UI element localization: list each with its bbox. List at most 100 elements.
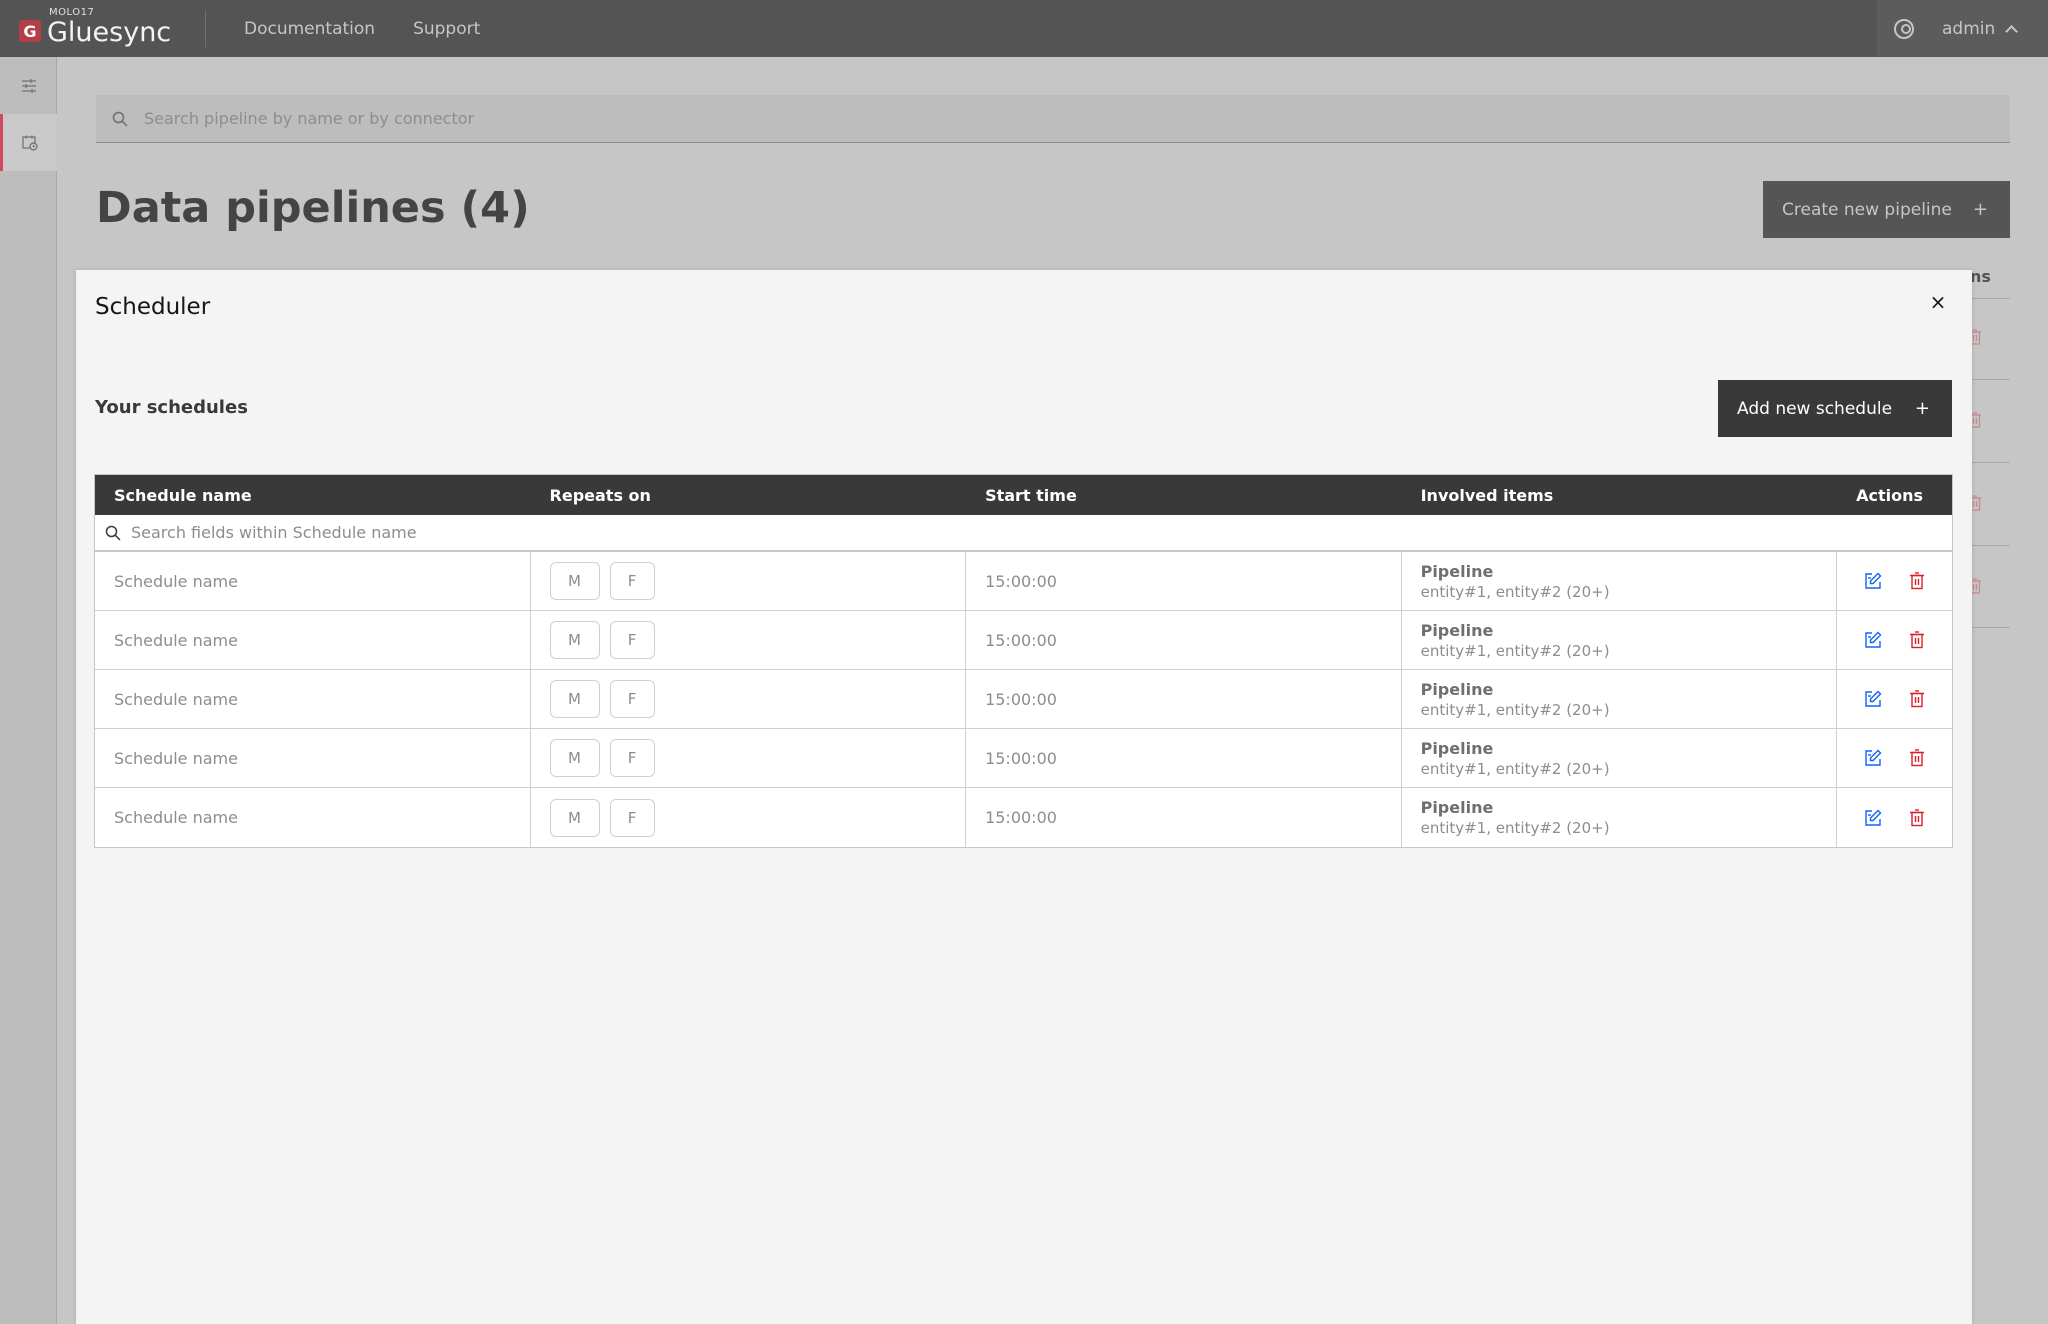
- trash-icon[interactable]: [1906, 747, 1928, 769]
- nav-support[interactable]: Support: [413, 19, 480, 39]
- items-list: entity#1, entity#2 (20+): [1420, 819, 1610, 837]
- plus-icon: +: [1914, 398, 1930, 419]
- start-time-cell: 15:00:00: [966, 729, 1402, 787]
- trash-icon[interactable]: [1906, 570, 1928, 592]
- trash-icon[interactable]: [1906, 807, 1928, 829]
- table-search-input[interactable]: Search fields within Schedule name: [131, 523, 417, 542]
- start-time-cell: 15:00:00: [966, 788, 1402, 847]
- table-search[interactable]: Search fields within Schedule name: [95, 515, 1952, 552]
- repeats-on-cell: M F: [531, 552, 967, 610]
- modal-title: Scheduler: [95, 294, 211, 320]
- start-time-cell: 15:00:00: [966, 552, 1402, 610]
- actions-cell: [1837, 552, 1952, 610]
- day-chip-friday[interactable]: F: [609, 798, 655, 837]
- brand-name: Gluesync: [47, 17, 172, 48]
- rail-item-pipelines[interactable]: [0, 57, 57, 114]
- user-name: admin: [1942, 18, 1996, 39]
- items-title: Pipeline: [1420, 798, 1494, 817]
- edit-icon[interactable]: [1862, 688, 1884, 710]
- items-list: entity#1, entity#2 (20+): [1420, 641, 1610, 660]
- table-header: Schedule name Repeats on Start time Invo…: [95, 475, 1952, 515]
- schedules-table: Schedule name Repeats on Start time Invo…: [94, 474, 1953, 848]
- side-rail: [0, 57, 57, 1324]
- items-list: entity#1, entity#2 (20+): [1420, 700, 1610, 719]
- pipeline-search[interactable]: Search pipeline by name or by connector: [96, 95, 2010, 143]
- column-header[interactable]: Schedule name: [95, 486, 531, 505]
- items-title: Pipeline: [1420, 561, 1494, 581]
- involved-items-cell: Pipeline entity#1, entity#2 (20+): [1402, 729, 1838, 787]
- items-title: Pipeline: [1420, 738, 1494, 758]
- repeats-on-cell: M F: [531, 670, 967, 728]
- day-chip-friday[interactable]: F: [609, 680, 655, 718]
- brand-logo[interactable]: G MOLO17 Gluesync: [0, 0, 205, 57]
- actions-cell: [1837, 788, 1952, 847]
- edit-icon[interactable]: [1862, 629, 1884, 651]
- nav-documentation[interactable]: Documentation: [244, 19, 375, 39]
- repeats-on-cell: M F: [531, 729, 967, 787]
- chevron-up-icon: [2005, 24, 2019, 38]
- items-title: Pipeline: [1420, 620, 1494, 640]
- table-row: Schedule name M F 15:00:00 Pipeline enti…: [95, 611, 1952, 670]
- user-avatar-icon: [1894, 18, 1914, 39]
- actions-cell: [1837, 611, 1952, 669]
- day-chip-monday[interactable]: M: [549, 562, 600, 600]
- trash-icon[interactable]: [1906, 688, 1928, 710]
- search-icon: [112, 111, 128, 127]
- sliders-icon: [21, 78, 36, 93]
- edit-icon[interactable]: [1862, 807, 1884, 829]
- schedule-name-cell: Schedule name: [95, 611, 531, 669]
- close-icon[interactable]: ×: [1926, 290, 1950, 314]
- scheduler-modal: Scheduler × Your schedules Add new sched…: [76, 270, 1972, 1324]
- column-header[interactable]: Repeats on: [531, 486, 967, 505]
- create-pipeline-label: Create new pipeline: [1782, 199, 1952, 220]
- table-row: Schedule name M F 15:00:00 Pipeline enti…: [95, 729, 1952, 788]
- involved-items-cell: Pipeline entity#1, entity#2 (20+): [1402, 670, 1838, 728]
- page-title: Data pipelines (4): [96, 183, 530, 233]
- items-title: Pipeline: [1420, 679, 1494, 699]
- schedule-name-cell: Schedule name: [95, 788, 531, 847]
- schedule-name-cell: Schedule name: [95, 552, 531, 610]
- start-time-cell: 15:00:00: [966, 611, 1402, 669]
- add-schedule-label: Add new schedule: [1737, 398, 1893, 419]
- calendar-clock-icon: [22, 135, 38, 151]
- start-time-cell: 15:00:00: [966, 670, 1402, 728]
- create-pipeline-button[interactable]: Create new pipeline +: [1763, 181, 2010, 238]
- plus-icon: +: [1972, 199, 1988, 220]
- add-schedule-button[interactable]: Add new schedule +: [1718, 380, 1952, 437]
- table-row: Schedule name M F 15:00:00 Pipeline enti…: [95, 670, 1952, 729]
- pipeline-search-input[interactable]: Search pipeline by name or by connector: [144, 109, 474, 128]
- day-chip-monday[interactable]: M: [549, 680, 600, 718]
- repeats-on-cell: M F: [531, 611, 967, 669]
- column-header[interactable]: Involved items: [1402, 486, 1838, 505]
- table-row: Schedule name M F 15:00:00 Pipeline enti…: [95, 552, 1952, 611]
- edit-icon[interactable]: [1862, 747, 1884, 769]
- user-menu[interactable]: admin: [1877, 0, 2048, 57]
- day-chip-monday[interactable]: M: [549, 621, 600, 659]
- column-header: Actions: [1856, 485, 1924, 505]
- items-list: entity#1, entity#2 (20+): [1420, 759, 1610, 778]
- involved-items-cell: Pipeline entity#1, entity#2 (20+): [1402, 552, 1838, 610]
- edit-icon[interactable]: [1862, 570, 1884, 592]
- brand-divider: [205, 10, 206, 47]
- column-header[interactable]: Start time: [966, 486, 1402, 505]
- schedule-name-cell: Schedule name: [95, 670, 531, 728]
- gluesync-logo-icon: G: [19, 20, 41, 42]
- section-title: Your schedules: [95, 397, 248, 418]
- search-icon: [105, 525, 121, 541]
- actions-cell: [1837, 729, 1952, 787]
- repeats-on-cell: M F: [531, 788, 967, 847]
- day-chip-monday[interactable]: M: [549, 798, 600, 837]
- trash-icon[interactable]: [1906, 629, 1928, 651]
- rail-item-scheduler[interactable]: [0, 114, 57, 171]
- day-chip-friday[interactable]: F: [609, 562, 655, 600]
- bg-actions-header: ns: [1970, 267, 1991, 286]
- day-chip-friday[interactable]: F: [609, 621, 655, 659]
- day-chip-monday[interactable]: M: [549, 739, 600, 777]
- involved-items-cell: Pipeline entity#1, entity#2 (20+): [1402, 611, 1838, 669]
- actions-cell: [1837, 670, 1952, 728]
- items-list: entity#1, entity#2 (20+): [1420, 582, 1610, 601]
- involved-items-cell: Pipeline entity#1, entity#2 (20+): [1402, 788, 1838, 847]
- day-chip-friday[interactable]: F: [609, 739, 655, 777]
- schedule-name-cell: Schedule name: [95, 729, 531, 787]
- top-bar: G MOLO17 Gluesync Documentation Support …: [0, 0, 2048, 57]
